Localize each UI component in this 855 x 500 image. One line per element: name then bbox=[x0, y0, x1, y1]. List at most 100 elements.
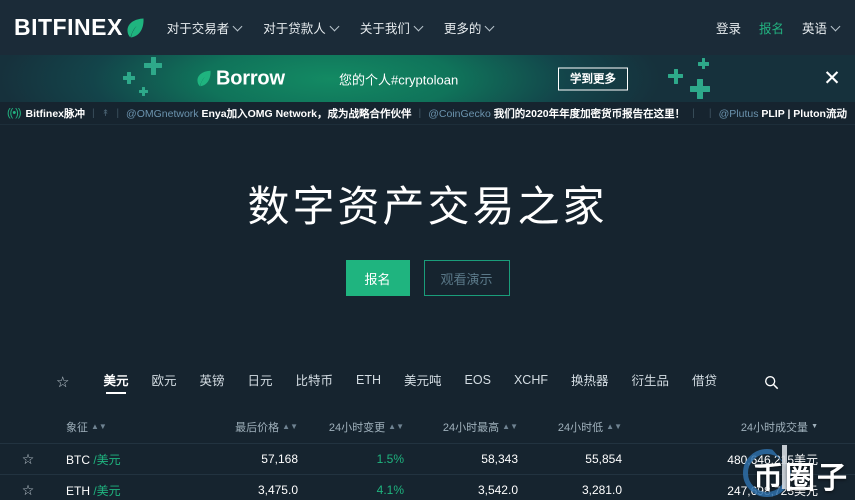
signup-button[interactable]: 报名 bbox=[345, 260, 410, 296]
row-last-price: 57,168 bbox=[261, 452, 298, 466]
ticker-item[interactable]: @CoinGecko 我们的2020年年度加密货币报告在这里！ bbox=[428, 106, 685, 121]
divider: | bbox=[418, 107, 422, 119]
tab-exchanger[interactable]: 换热器 bbox=[571, 370, 609, 394]
ticker-text: PLIP | Pluton流动 bbox=[761, 107, 847, 120]
bitfinex-logo[interactable]: BITFINEX bbox=[14, 14, 145, 41]
symbol-quote: /美元 bbox=[93, 483, 121, 498]
column-label: 24小时成交量 bbox=[740, 421, 809, 434]
signup-link[interactable]: 报名 bbox=[759, 18, 784, 37]
header-last-price[interactable]: 最后价格 ▲▼ bbox=[186, 419, 316, 435]
header-high-24h[interactable]: 24小时最高 ▲▼ bbox=[426, 419, 536, 435]
star-icon[interactable]: ☆ bbox=[0, 451, 56, 468]
bitfinex-pulse-link[interactable]: ((•)) Bitfinex脉冲 bbox=[7, 106, 85, 121]
header-symbol[interactable]: 象征 ▲▼ bbox=[56, 419, 186, 435]
sort-icon: ▲▼ bbox=[282, 421, 298, 431]
tab-ust[interactable]: 美元吨 bbox=[404, 370, 442, 394]
chevron-down-icon bbox=[832, 22, 841, 31]
row-low-24h: 3,281.0 bbox=[581, 483, 622, 497]
row-high-24h: 3,542.0 bbox=[477, 483, 518, 497]
plus-decoration-left bbox=[118, 56, 188, 97]
ticker-handle: @Plutus bbox=[718, 107, 759, 120]
row-volume-24h: 247,698,723美元 bbox=[727, 483, 818, 498]
nav-item-for-traders[interactable]: 对于交易者 bbox=[167, 18, 244, 37]
ticker-text: Enya加入OMG Network，成为战略合作伙伴 bbox=[201, 107, 412, 120]
nav-item-for-lenders[interactable]: 对于贷款人 bbox=[263, 18, 340, 37]
chevron-down-icon bbox=[331, 22, 340, 31]
language-selector[interactable]: 英语 bbox=[802, 18, 841, 37]
page-title: 数字资产交易之家 bbox=[247, 182, 608, 231]
row-high-24h: 58,343 bbox=[481, 452, 518, 466]
watch-demo-button[interactable]: 观看演示 bbox=[423, 260, 510, 296]
table-header-row: 象征 ▲▼ 最后价格 ▲▼ 24小时变更 ▲▼ 24小时最高 ▲▼ 24小时低 ▲▼ 24… bbox=[0, 410, 855, 444]
star-icon[interactable]: ☆ bbox=[56, 375, 69, 390]
ticker-handle: @CoinGecko bbox=[428, 107, 491, 120]
top-navigation-bar: BITFINEX 对于交易者 对于贷款人 关于我们 更多的 登录 报名 英语 bbox=[0, 0, 855, 55]
star-icon[interactable]: ☆ bbox=[0, 482, 56, 499]
sort-icon: ▲▼ bbox=[606, 421, 622, 431]
borrow-brand[interactable]: Borrow bbox=[196, 67, 285, 90]
ticker-handle: @OMGnetwork bbox=[126, 107, 199, 120]
nav-item-label: 更多的 bbox=[443, 22, 482, 36]
nav-right-actions: 登录 报名 英语 bbox=[698, 18, 841, 37]
divider: | bbox=[708, 107, 712, 119]
promo-tagline: 您的个人#cryptoloan bbox=[339, 72, 459, 87]
sort-icon: ▲▼ bbox=[388, 421, 404, 431]
row-volume-24h: 480,646,215美元 bbox=[727, 452, 818, 467]
market-table: 象征 ▲▼ 最后价格 ▲▼ 24小时变更 ▲▼ 24小时最高 ▲▼ 24小时低 ▲▼ 24… bbox=[0, 410, 855, 500]
market-tabs-list: 美元 欧元 英镑 日元 比特币 ETH 美元吨 EOS XCHF 换热器 衍生品… bbox=[103, 370, 779, 394]
tab-derivatives[interactable]: 衍生品 bbox=[632, 370, 670, 394]
symbol-base: ETH bbox=[66, 483, 90, 498]
pulse-label: Bitfinex脉冲 bbox=[25, 107, 86, 120]
tab-eth[interactable]: ETH bbox=[356, 373, 381, 392]
row-change-24h: 1.5% bbox=[376, 452, 404, 466]
promo-banner: Borrow 您的个人#cryptoloan 学到更多 ✕ bbox=[0, 55, 855, 102]
broadcast-icon: ((•)) bbox=[7, 107, 21, 119]
plus-decoration-right bbox=[660, 58, 730, 99]
row-symbol: ETH /美元 bbox=[56, 482, 186, 499]
nav-item-about-us[interactable]: 关于我们 bbox=[360, 18, 424, 37]
header-change-24h[interactable]: 24小时变更 ▲▼ bbox=[316, 419, 426, 435]
header-volume-24h[interactable]: 24小时成交量 ▼ bbox=[648, 419, 848, 435]
tab-gbp[interactable]: 英镑 bbox=[199, 370, 224, 394]
ticker-text: 我们的2020年年度加密货币报告在这里！ bbox=[493, 107, 686, 120]
row-symbol: BTC /美元 bbox=[56, 451, 186, 468]
nav-item-label: 关于我们 bbox=[359, 22, 410, 36]
login-link[interactable]: 登录 bbox=[716, 18, 741, 37]
column-label: 24小时最高 bbox=[442, 421, 500, 434]
primary-nav-items: 对于交易者 对于贷款人 关于我们 更多的 bbox=[167, 18, 516, 37]
tab-xchf[interactable]: XCHF bbox=[514, 373, 548, 392]
column-label: 24小时变更 bbox=[328, 421, 386, 434]
chevron-down-icon bbox=[486, 22, 495, 31]
tab-lending[interactable]: 借贷 bbox=[692, 370, 717, 394]
column-label: 最后价格 bbox=[235, 421, 280, 434]
leaf-icon bbox=[126, 17, 145, 39]
ticker-item[interactable]: @Plutus PLIP | Pluton流动 bbox=[719, 106, 847, 121]
learn-more-button[interactable]: 学到更多 bbox=[558, 67, 628, 90]
sort-icon: ▲▼ bbox=[502, 421, 518, 431]
tab-usd[interactable]: 美元 bbox=[103, 370, 128, 394]
market-tabs-row: ☆ 美元 欧元 英镑 日元 比特币 ETH 美元吨 EOS XCHF 换热器 衍… bbox=[0, 362, 855, 402]
ticker-item[interactable]: @OMGnetwork Enya加入OMG Network，成为战略合作伙伴 bbox=[126, 106, 411, 121]
chevron-down-icon bbox=[234, 22, 243, 31]
header-low-24h[interactable]: 24小时低 ▲▼ bbox=[536, 419, 648, 435]
hero-section: 数字资产交易之家 报名 观看演示 bbox=[0, 125, 855, 350]
close-icon[interactable]: ✕ bbox=[821, 68, 843, 90]
borrow-label: Borrow bbox=[216, 67, 285, 89]
divider: | bbox=[692, 107, 695, 119]
row-low-24h: 55,854 bbox=[585, 452, 622, 466]
tab-btc[interactable]: 比特币 bbox=[296, 370, 334, 394]
row-last-price: 3,475.0 bbox=[257, 483, 298, 497]
language-label: 英语 bbox=[801, 22, 827, 36]
table-row[interactable]: ☆ BTC /美元 57,168 1.5% 58,343 55,854 480,… bbox=[0, 444, 855, 475]
tab-jpy[interactable]: 日元 bbox=[248, 370, 273, 394]
news-ticker-bar: ((•)) Bitfinex脉冲 | ↟ | @OMGnetwork Enya加… bbox=[0, 102, 855, 125]
tab-eos[interactable]: EOS bbox=[465, 373, 491, 392]
tab-eur[interactable]: 欧元 bbox=[151, 370, 176, 394]
table-row[interactable]: ☆ ETH /美元 3,475.0 4.1% 3,542.0 3,281.0 2… bbox=[0, 475, 855, 500]
chevron-down-icon bbox=[415, 22, 424, 31]
page-root: BITFINEX 对于交易者 对于贷款人 关于我们 更多的 登录 报名 英语 B… bbox=[0, 0, 855, 500]
nav-item-label: 对于贷款人 bbox=[263, 22, 326, 36]
hero-actions: 报名 观看演示 bbox=[0, 260, 855, 296]
nav-item-more[interactable]: 更多的 bbox=[444, 18, 496, 37]
search-icon[interactable] bbox=[764, 375, 779, 390]
